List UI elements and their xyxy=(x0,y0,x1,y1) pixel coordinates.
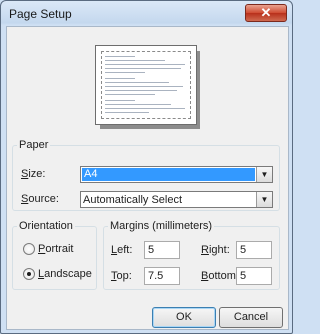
preview-text-line xyxy=(105,94,155,95)
orientation-legend: Orientation xyxy=(19,220,73,232)
preview-text-line xyxy=(105,90,177,91)
preview-text-line xyxy=(105,108,185,109)
window-title: Page Setup xyxy=(9,7,72,21)
bottom-margin-input[interactable]: 5 xyxy=(236,267,272,285)
top-margin-input[interactable]: 7.5 xyxy=(144,267,180,285)
preview-text-line xyxy=(105,56,135,57)
portrait-radio[interactable] xyxy=(23,243,35,255)
cancel-button[interactable]: Cancel xyxy=(219,307,283,328)
preview-text-line xyxy=(105,104,171,105)
preview-text-line xyxy=(105,78,135,79)
left-margin-input[interactable]: 5 xyxy=(144,241,180,259)
source-label: Source: xyxy=(21,193,59,205)
preview-text-line xyxy=(105,64,185,65)
preview-text-line xyxy=(105,60,165,61)
preview-text-line xyxy=(105,100,135,101)
portrait-label[interactable]: Portrait xyxy=(38,243,73,255)
preview-text-line xyxy=(105,72,145,73)
bottom-margin-label: Bottom: xyxy=(201,270,239,282)
close-button[interactable]: ✕ xyxy=(245,4,287,22)
size-label: Size: xyxy=(21,168,46,180)
margins-legend: Margins (millimeters) xyxy=(110,220,213,232)
page-setup-dialog: Page Setup ✕ Paper Size: A4 ▼ Source: Au… xyxy=(0,0,293,334)
page-preview xyxy=(95,45,197,125)
paper-size-value: A4 xyxy=(82,168,255,181)
chevron-down-icon[interactable]: ▼ xyxy=(256,192,272,207)
preview-text-line xyxy=(105,68,181,69)
paper-source-value: Automatically Select xyxy=(83,194,183,206)
chevron-down-icon[interactable]: ▼ xyxy=(256,167,272,182)
paper-size-select[interactable]: A4 ▼ xyxy=(80,166,273,183)
preview-text-line xyxy=(105,82,169,83)
preview-text-line xyxy=(105,112,149,113)
right-margin-label: Right: xyxy=(201,244,230,256)
preview-margin-outline xyxy=(101,51,191,119)
ok-button[interactable]: OK xyxy=(152,307,216,328)
dialog-client-area: Paper Size: A4 ▼ Source: Automatically S… xyxy=(6,26,289,330)
top-margin-label: Top: xyxy=(111,270,132,282)
close-icon: ✕ xyxy=(260,5,272,20)
paper-source-select[interactable]: Automatically Select ▼ xyxy=(80,191,273,208)
landscape-label[interactable]: Landscape xyxy=(38,268,92,280)
landscape-radio[interactable] xyxy=(23,268,35,280)
right-margin-input[interactable]: 5 xyxy=(236,241,272,259)
left-margin-label: Left: xyxy=(111,244,133,256)
title-bar[interactable]: Page Setup ✕ xyxy=(1,1,292,25)
preview-text-line xyxy=(105,86,183,87)
paper-legend: Paper xyxy=(19,139,49,151)
